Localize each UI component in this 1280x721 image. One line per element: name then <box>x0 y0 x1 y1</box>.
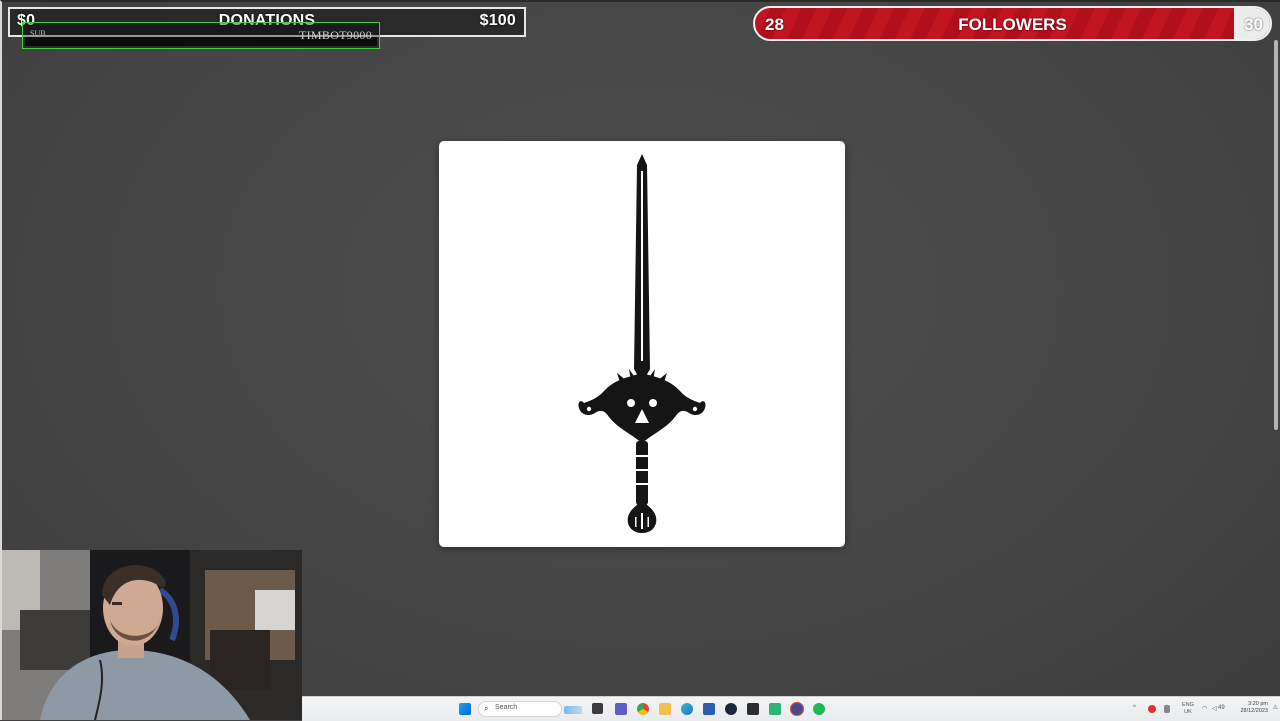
followers-goal: 30 <box>1244 15 1263 34</box>
notepad-icon[interactable] <box>747 703 759 715</box>
widget-icon[interactable] <box>564 706 582 714</box>
spotify-icon[interactable] <box>813 703 825 715</box>
tray-mic-icon[interactable] <box>1164 705 1170 713</box>
webcam-person-image <box>0 550 302 720</box>
notification-bell-icon[interactable]: ⚠ <box>1273 704 1278 711</box>
image-card <box>439 141 845 547</box>
windows-taskbar: ⌕ Search ^ ENG UK ◠ ◁ 49 3:20 pm 28/12/2… <box>302 696 1280 721</box>
webcam-feed <box>0 550 302 720</box>
folder-icon[interactable] <box>659 703 671 715</box>
tray-app-icon[interactable] <box>1148 705 1156 713</box>
sub-alert-type: SUB <box>30 29 46 38</box>
followers-goal-bar: 28 FOLLOWERS 30 <box>753 6 1272 41</box>
taskbar-clock[interactable]: 3:20 pm 28/12/2023 <box>1240 701 1268 715</box>
region-code: UK <box>1184 708 1192 715</box>
sub-alert-username: TIMBOT9000 <box>299 28 372 42</box>
sub-alert: SUB TIMBOT9000 <box>22 22 380 49</box>
task-view-icon[interactable] <box>592 703 603 714</box>
obs-icon[interactable] <box>791 703 803 715</box>
followers-title: FOLLOWERS <box>958 15 1067 34</box>
tray-chevron-icon[interactable]: ^ <box>1133 705 1136 711</box>
sword-emblem-icon <box>578 154 706 533</box>
app-green-icon[interactable] <box>769 703 781 715</box>
clock-time: 3:20 pm <box>1248 701 1268 707</box>
taskbar-search-placeholder: Search <box>495 704 518 711</box>
teams-icon[interactable] <box>615 703 627 715</box>
volume-level: 49 <box>1218 705 1225 711</box>
volume-icon[interactable]: ◁ <box>1212 705 1217 712</box>
clock-date: 28/12/2023 <box>1240 708 1268 714</box>
language-code: ENG <box>1182 702 1194 708</box>
donations-max: $100 <box>479 12 516 29</box>
edge-icon[interactable] <box>681 703 693 715</box>
taskbar-search-box[interactable]: ⌕ Search <box>478 701 562 717</box>
steam-icon[interactable] <box>725 703 737 715</box>
store-icon[interactable] <box>703 703 715 715</box>
language-indicator[interactable]: ENG UK <box>1182 702 1194 715</box>
page-scrollbar[interactable] <box>1274 40 1278 430</box>
search-icon: ⌕ <box>484 704 489 713</box>
wifi-icon[interactable]: ◠ <box>1202 705 1207 712</box>
chrome-icon[interactable] <box>637 703 649 715</box>
windows-start-icon[interactable] <box>459 703 471 715</box>
